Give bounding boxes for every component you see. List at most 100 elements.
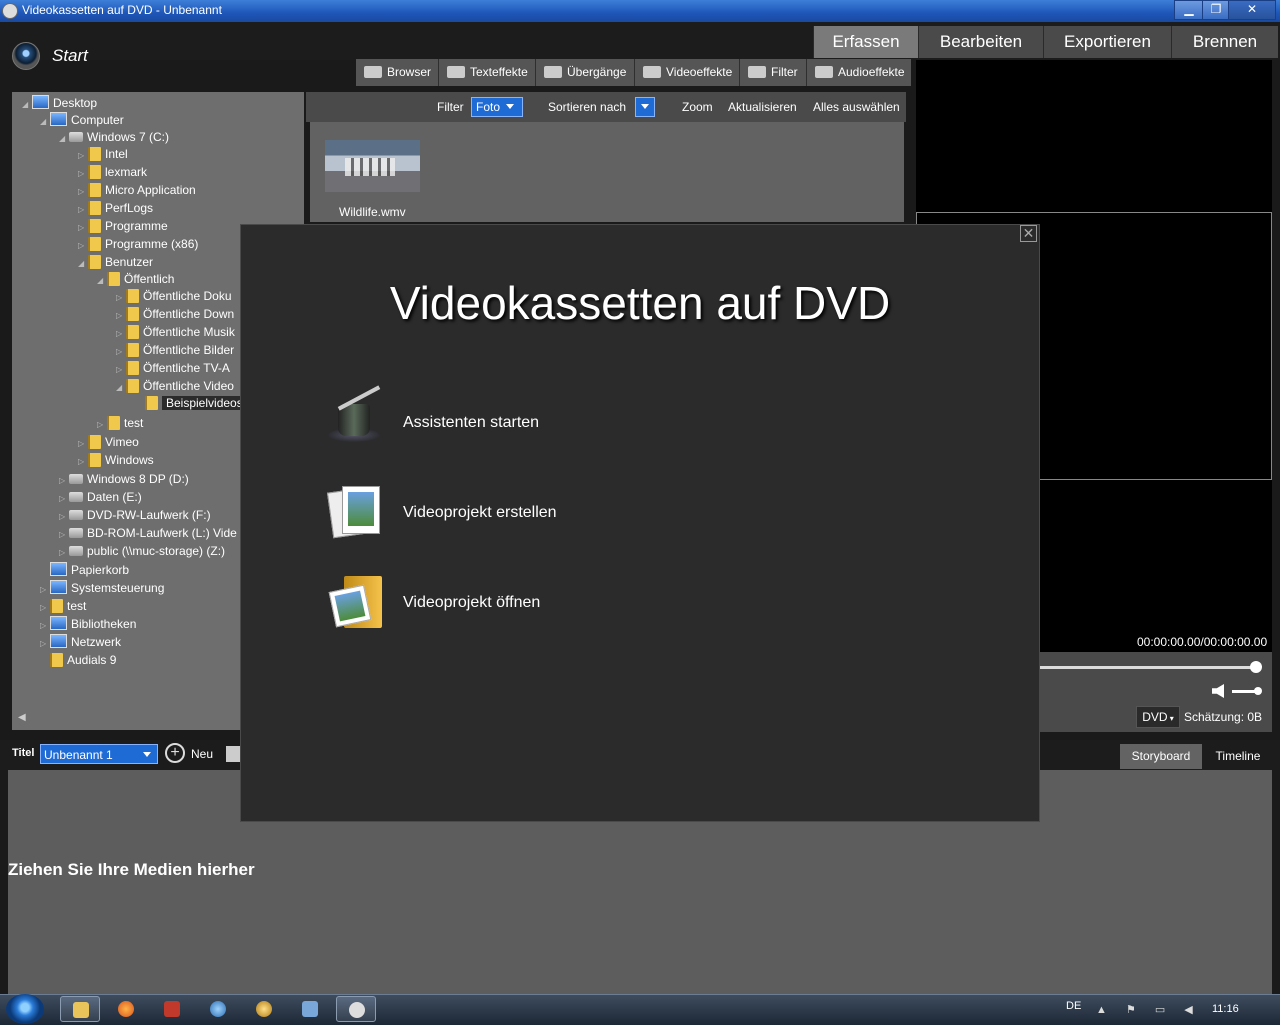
tree-item[interactable]: ▷ Öffentliche Down — [116, 306, 234, 322]
seek-bar[interactable] — [1040, 666, 1256, 669]
taskbar-videokassetten[interactable] — [336, 996, 376, 1022]
start-wizard-option[interactable]: Assistenten starten — [403, 414, 539, 432]
tree-item[interactable]: ▷ Öffentliche Bilder — [116, 342, 234, 358]
tree-item[interactable]: ▷ Programme (x86) — [78, 236, 198, 252]
format-select[interactable]: DVD ▾ — [1136, 706, 1180, 728]
tree-item[interactable]: ▷ Netzwerk — [40, 634, 121, 650]
volume-handle[interactable] — [1254, 687, 1262, 695]
taskbar-app5[interactable] — [244, 996, 284, 1022]
tree-item[interactable]: ▷ DVD-RW-Laufwerk (F:) — [59, 507, 211, 523]
tree-item[interactable]: ▷ Systemsteuerung — [40, 580, 164, 596]
tree-item[interactable]: ▷ Windows — [78, 452, 154, 468]
tree-item[interactable]: ◢ Benutzer — [78, 254, 153, 270]
tab-exportieren[interactable]: Exportieren — [1043, 26, 1171, 58]
start-label[interactable]: Start — [52, 46, 88, 66]
maximize-button[interactable]: ❐ — [1202, 0, 1230, 20]
close-button[interactable]: ✕ — [1228, 0, 1276, 20]
media-icon — [256, 1001, 272, 1017]
create-project-option[interactable]: Videoprojekt erstellen — [403, 504, 557, 522]
folder-icon — [88, 237, 101, 251]
tray-language[interactable]: DE — [1066, 1000, 1081, 1012]
minimize-button[interactable]: ▁ — [1174, 0, 1204, 20]
open-project-option[interactable]: Videoprojekt öffnen — [403, 594, 540, 612]
tree-item[interactable]: ▷ Windows 8 DP (D:) — [59, 471, 189, 487]
toolbar-browser-label: Browser — [387, 65, 432, 79]
tree-item[interactable]: ▷ test — [40, 598, 86, 614]
tab-erfassen[interactable]: Erfassen — [813, 26, 918, 58]
refresh-button[interactable]: Aktualisieren — [728, 92, 797, 122]
filter-select[interactable]: Foto — [471, 97, 523, 117]
tree-item[interactable]: ▷ Öffentliche TV-A — [116, 360, 230, 376]
folder-icon — [107, 272, 120, 286]
tree-item[interactable]: ▷ public (\\muc-storage) (Z:) — [59, 543, 225, 559]
taskbar-explorer[interactable] — [60, 996, 100, 1022]
photos-icon[interactable] — [326, 484, 384, 540]
add-icon[interactable]: + — [165, 743, 185, 763]
tree-item[interactable]: Papierkorb — [40, 562, 129, 578]
start-logo-icon[interactable] — [12, 42, 40, 70]
media-file-name[interactable]: Wildlife.wmv — [339, 205, 406, 219]
tree-item[interactable]: ▷ Programme — [78, 218, 168, 234]
tray-clock[interactable]: 11:16 — [1212, 1003, 1239, 1015]
sort-select[interactable] — [635, 97, 655, 117]
tree-item[interactable]: ▷ Bibliotheken — [40, 616, 136, 632]
tree-item[interactable]: ▷ lexmark — [78, 164, 147, 180]
media-thumbnail[interactable] — [325, 140, 420, 192]
toolbar-browser-button[interactable]: Browser — [356, 59, 439, 86]
monitor-icon — [302, 1001, 318, 1017]
toolbar-videoeffekte-button[interactable]: Videoeffekte — [635, 59, 740, 86]
network-icon — [50, 634, 67, 648]
tab-bearbeiten[interactable]: Bearbeiten — [918, 26, 1043, 58]
libraries-icon — [50, 616, 67, 630]
taskbar-firefox[interactable] — [106, 996, 146, 1022]
toolbar-filter-button[interactable]: Filter — [740, 59, 807, 86]
zoom-button[interactable]: Zoom — [682, 92, 713, 122]
tab-storyboard[interactable]: Storyboard — [1120, 744, 1202, 769]
seek-handle[interactable] — [1250, 661, 1262, 673]
tree-item[interactable]: ◢ Öffentliche Video — [116, 378, 234, 394]
tree-item[interactable]: ▷ Öffentliche Musik — [116, 324, 235, 340]
timecode: 00:00:00.00/00:00:00.00 — [1137, 635, 1268, 649]
open-folder-icon[interactable] — [226, 746, 240, 762]
select-all-button[interactable]: Alles auswählen — [813, 92, 900, 122]
tree-item[interactable]: ◢ Öffentlich — [97, 271, 174, 287]
tree-item[interactable]: Audials 9 — [40, 652, 116, 668]
folder-icon — [126, 361, 139, 375]
tab-brennen[interactable]: Brennen — [1171, 26, 1278, 58]
chevron-down-icon — [641, 104, 649, 109]
toolbar-texteffekte-button[interactable]: Texteffekte — [439, 59, 536, 86]
folder-icon — [88, 435, 101, 449]
tree-item[interactable]: ▷ PerfLogs — [78, 200, 153, 216]
taskbar-filezilla[interactable] — [152, 996, 192, 1022]
dialog-close-button[interactable]: ✕ — [1020, 225, 1037, 242]
taskbar-app6[interactable] — [290, 996, 330, 1022]
tree-item[interactable]: ◢ Windows 7 (C:) — [59, 129, 169, 145]
tree-item[interactable]: ▷ test — [97, 415, 143, 431]
tree-item-selected[interactable]: Beispielvideos — [135, 395, 247, 411]
taskbar-app4[interactable] — [198, 996, 238, 1022]
tree-item[interactable]: ◢ Computer — [40, 112, 124, 128]
folder-icon — [88, 453, 101, 467]
filter-label: Filter — [437, 100, 464, 114]
folder-icon — [50, 599, 63, 613]
tree-item[interactable]: ▷ Intel — [78, 146, 128, 162]
new-button[interactable]: Neu — [191, 747, 213, 761]
magic-hat-icon[interactable] — [326, 385, 382, 448]
scroll-left-icon[interactable]: ◀ — [18, 712, 26, 723]
tree-item[interactable]: ▷ BD-ROM-Laufwerk (L:) Vide — [59, 525, 237, 541]
open-folder-icon[interactable] — [328, 574, 386, 630]
windows-start-icon[interactable] — [6, 994, 44, 1024]
tab-timeline[interactable]: Timeline — [1204, 744, 1272, 769]
sort-button[interactable]: Sortieren nach — [548, 92, 626, 122]
tree-item[interactable]: ▷ Öffentliche Doku — [116, 288, 232, 304]
toolbar-uebergaenge-button[interactable]: Übergänge — [536, 59, 635, 86]
tray-icons[interactable]: ▲ ⚑ ▭ ◀ — [1096, 1003, 1201, 1016]
tree-item[interactable]: ▷ Vimeo — [78, 434, 139, 450]
recycle-bin-icon — [50, 562, 67, 576]
tree-item[interactable]: ▷ Micro Application — [78, 182, 196, 198]
folder-icon — [50, 653, 63, 667]
tree-item[interactable]: ▷ Daten (E:) — [59, 489, 142, 505]
title-select[interactable]: Unbenannt 1 — [40, 744, 158, 764]
toolbar-audioeffekte-button[interactable]: Audioeffekte — [807, 59, 911, 86]
tree-item[interactable]: ◢ Desktop — [22, 95, 97, 111]
